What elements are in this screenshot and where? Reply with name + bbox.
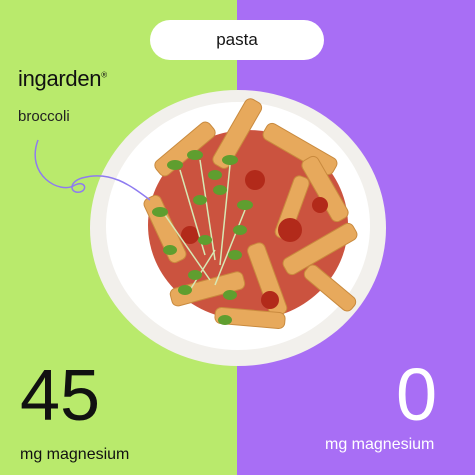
right-unit: mg magnesium xyxy=(325,436,435,453)
registered-mark: ® xyxy=(101,70,107,80)
category-pill: pasta xyxy=(150,20,324,60)
brand-logo: ingarden® xyxy=(18,66,107,92)
category-label: pasta xyxy=(216,30,258,49)
ingredient-label: broccoli xyxy=(18,108,70,125)
right-value: 0 xyxy=(396,353,438,436)
brand-name: ingarden xyxy=(18,66,102,91)
left-unit: mg magnesium xyxy=(20,446,130,463)
left-value: 45 xyxy=(20,356,101,436)
